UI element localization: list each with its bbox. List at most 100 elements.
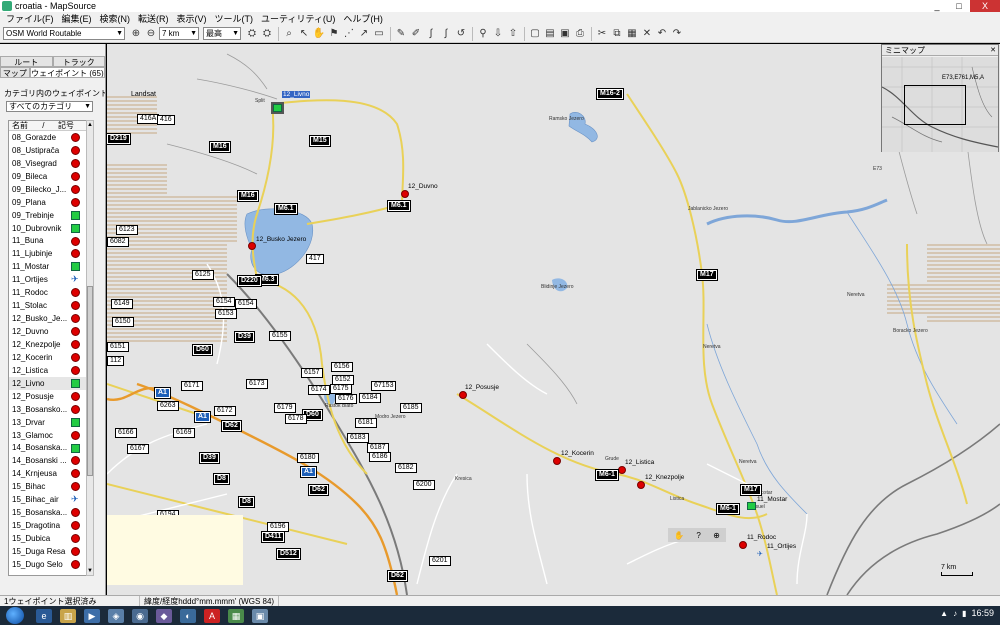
app-icon-4[interactable]: ◐ bbox=[180, 608, 196, 623]
waypoint-rodoc-pin[interactable] bbox=[739, 541, 747, 549]
minimap-canvas[interactable]: E73,E761,M5,A bbox=[882, 57, 998, 152]
tray-arrow-icon[interactable]: ▲ bbox=[940, 609, 948, 618]
scroll-up-icon[interactable]: ▲ bbox=[87, 121, 93, 129]
new-file-icon[interactable]: ▢ bbox=[528, 27, 542, 41]
save-icon[interactable]: ▣ bbox=[558, 27, 572, 41]
route-tool-icon[interactable]: ⋰ bbox=[342, 27, 356, 41]
acrobat-icon[interactable]: A bbox=[204, 608, 220, 623]
paste-icon[interactable]: ▦ bbox=[625, 27, 639, 41]
waypoint-list-item[interactable]: 13_Glamoc bbox=[9, 429, 93, 442]
app-icon-2[interactable]: ◉ bbox=[132, 608, 148, 623]
waypoint-list[interactable]: 名前 / 記号 08_Gorazde 08_Ustiprača 08_Visegra… bbox=[8, 120, 94, 576]
open-file-icon[interactable]: ▤ bbox=[543, 27, 557, 41]
column-symbol[interactable]: 記号 bbox=[55, 121, 74, 130]
close-button[interactable]: X bbox=[970, 0, 1000, 12]
waypoint-duvno-pin[interactable] bbox=[401, 190, 409, 198]
cut-icon[interactable]: ✂ bbox=[595, 27, 609, 41]
waypoint-list-item[interactable]: 11_Rodoc bbox=[9, 286, 93, 299]
tab-waypoints[interactable]: ウェイポイント (65) bbox=[29, 67, 105, 78]
scroll-down-icon[interactable]: ▼ bbox=[87, 567, 93, 575]
tab-maps[interactable]: マップ bbox=[0, 67, 30, 78]
waypoint-livno-flag[interactable] bbox=[271, 102, 284, 114]
menu-utilities[interactable]: ユーティリティ(U) bbox=[257, 12, 339, 25]
waypoint-list-item[interactable]: 15_Dugo Selo bbox=[9, 558, 93, 571]
waypoint-busko-pin[interactable] bbox=[248, 242, 256, 250]
select-tool-icon[interactable]: ↖ bbox=[297, 27, 311, 41]
receive-from-device-icon[interactable]: ⇩ bbox=[491, 27, 505, 41]
waypoint-knezpolje-pin[interactable] bbox=[637, 481, 645, 489]
mapsource-taskbar-icon[interactable]: ▦ bbox=[228, 608, 244, 623]
waypoint-list-item[interactable]: 15_Bihac bbox=[9, 480, 93, 493]
waypoint-list-item[interactable]: 09_Bilecko_J... bbox=[9, 183, 93, 196]
waypoint-list-item[interactable]: 09_Bileca bbox=[9, 170, 93, 183]
menu-file[interactable]: ファイル(F) bbox=[2, 12, 58, 25]
waypoint-list-item[interactable]: 15_Dragotina bbox=[9, 519, 93, 532]
waypoint-list-item[interactable]: 08_Ustiprača bbox=[9, 144, 93, 157]
waypoint-list-item[interactable]: 13_Drvar bbox=[9, 416, 93, 429]
zoom-tool-icon[interactable]: ⌕ bbox=[282, 27, 296, 41]
network-icon[interactable]: ▮ bbox=[962, 609, 966, 618]
waypoint-tool-icon[interactable]: ⚑ bbox=[327, 27, 341, 41]
divide-tool-icon[interactable]: ∫ bbox=[424, 27, 438, 41]
waypoint-listica-pin[interactable] bbox=[618, 466, 626, 474]
waypoint-list-item[interactable]: 08_Gorazde bbox=[9, 131, 93, 144]
waypoint-list-item[interactable]: 14_Bosanska... bbox=[9, 442, 93, 455]
erase-tool-icon[interactable]: ✐ bbox=[409, 27, 423, 41]
app-icon[interactable]: ◈ bbox=[108, 608, 124, 623]
tab-routes[interactable]: ルート bbox=[0, 56, 53, 67]
waypoint-list-item[interactable]: 09_Plana bbox=[9, 196, 93, 209]
detail-level-select[interactable]: 最高 ▼ bbox=[203, 27, 241, 40]
waypoint-list-item[interactable]: 11_Mostar bbox=[9, 260, 93, 273]
hand-icon[interactable]: ✋ bbox=[674, 531, 684, 540]
scrollbar-thumb[interactable] bbox=[87, 286, 93, 476]
category-select[interactable]: すべてのカテゴリ ▼ bbox=[6, 101, 93, 112]
zoom-in-icon[interactable]: ⊕ bbox=[129, 27, 143, 41]
hand-tool-icon[interactable]: ✋ bbox=[312, 27, 326, 41]
minimize-button[interactable]: _ bbox=[926, 0, 948, 12]
map-product-select[interactable]: OSM World Routable ▼ bbox=[3, 27, 125, 40]
column-name[interactable]: 名前 / bbox=[9, 121, 55, 130]
menu-transfer[interactable]: 転送(R) bbox=[134, 12, 173, 25]
waypoint-list-item[interactable]: 12_Livno bbox=[9, 376, 93, 390]
airplane-icon[interactable]: ✈ bbox=[757, 550, 763, 558]
waypoint-list-item[interactable]: 14_Bosanski ... bbox=[9, 454, 93, 467]
waypoint-list-item[interactable]: 09_Trebinje bbox=[9, 209, 93, 222]
tab-tracks[interactable]: トラック bbox=[52, 56, 105, 67]
waypoint-list-item[interactable]: 15_Bihac_air ✈ bbox=[9, 493, 93, 506]
zoom-out-icon[interactable]: ⊖ bbox=[144, 27, 158, 41]
send-to-device-icon[interactable]: ⇧ bbox=[506, 27, 520, 41]
minimap-panel[interactable]: ミニマップ ✕ E73,E761,M5,A bbox=[881, 44, 999, 152]
pointer-tool-icon[interactable]: ↗ bbox=[357, 27, 371, 41]
waypoint-list-item[interactable]: 11_Buna bbox=[9, 235, 93, 248]
minimap-viewport[interactable] bbox=[904, 85, 966, 125]
reverse-tool-icon[interactable]: ↺ bbox=[454, 27, 468, 41]
waypoint-list-item[interactable]: 14_Krnjeusa bbox=[9, 467, 93, 480]
media-player-icon[interactable]: ▶ bbox=[84, 608, 100, 623]
zoom-level-select[interactable]: 7 km ▼ bbox=[159, 27, 199, 40]
start-button[interactable] bbox=[6, 607, 24, 624]
minimap-close-icon[interactable]: ✕ bbox=[990, 46, 996, 54]
delete-icon[interactable]: ✕ bbox=[640, 27, 654, 41]
waypoint-posusje-pin[interactable] bbox=[459, 391, 467, 399]
map-select-icon[interactable]: ⛭ bbox=[245, 27, 259, 41]
waypoint-list-scrollbar[interactable]: ▲ ▼ bbox=[86, 120, 94, 576]
waypoint-list-item[interactable]: 10_Dubrovnik bbox=[9, 222, 93, 235]
print-icon[interactable]: ⎙ bbox=[573, 27, 587, 41]
waypoint-list-item[interactable]: 12_Posusje bbox=[9, 390, 93, 403]
map-select-all-icon[interactable]: ⛭ bbox=[260, 27, 274, 41]
menu-view[interactable]: 表示(V) bbox=[173, 12, 211, 25]
waypoint-mostar-flag[interactable] bbox=[747, 502, 756, 510]
menu-help[interactable]: ヘルプ(H) bbox=[339, 12, 387, 25]
help-icon[interactable]: ? bbox=[696, 531, 700, 540]
waypoint-list-item[interactable]: 11_Stolac bbox=[9, 299, 93, 312]
waypoint-list-item[interactable]: 12_Listica bbox=[9, 364, 93, 377]
waypoint-list-item[interactable]: 12_Knezpolje bbox=[9, 338, 93, 351]
waypoint-list-item[interactable]: 11_Ljubinje bbox=[9, 247, 93, 260]
menu-find[interactable]: 検索(N) bbox=[96, 12, 135, 25]
waypoint-list-item[interactable]: 08_Visegrad bbox=[9, 157, 93, 170]
waypoint-list-item[interactable]: 12_Busko_Je... bbox=[9, 312, 93, 325]
maximize-button[interactable]: □ bbox=[948, 0, 970, 12]
join-tool-icon[interactable]: ∫ bbox=[439, 27, 453, 41]
ie-icon[interactable]: e bbox=[36, 608, 52, 623]
waypoint-list-item[interactable]: 12_Kocerin bbox=[9, 351, 93, 364]
